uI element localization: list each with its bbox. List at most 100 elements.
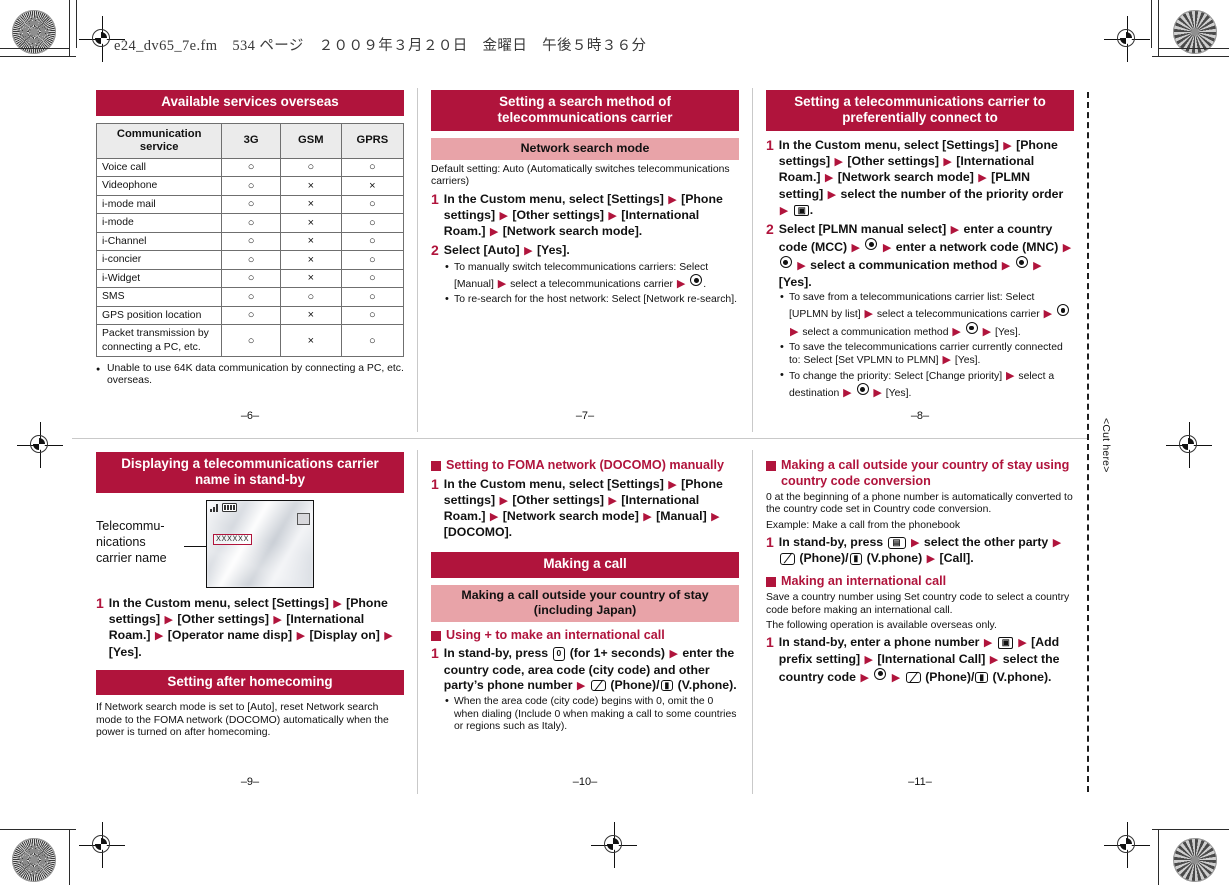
step-fragment: select the other party [923, 535, 1049, 550]
step-fragment: [Other settings] [847, 154, 939, 169]
center-key-icon [874, 667, 887, 680]
center-key-icon [865, 238, 878, 251]
subhead-foma-manual: Setting to FOMA network (DOCOMO) manuall… [431, 458, 739, 474]
arrow-icon: ▶ [154, 630, 164, 643]
arrow-icon: ▶ [982, 326, 992, 339]
table-row: i-mode mail ○ × ○ [95, 194, 405, 214]
starburst-registration-mark-bottom-right [1173, 838, 1217, 882]
crop-rule-bottom-right-v [1158, 829, 1160, 885]
cut-here-label: <Cut here> [1100, 418, 1112, 473]
crosshair-registration-mark-mid-left [17, 422, 63, 468]
step-fragment: [DOCOMO]. [443, 525, 513, 540]
step-text: In stand-by, enter a phone number ▶ ▣ ▶ … [779, 635, 1074, 686]
arrow-icon: ▶ [1062, 242, 1072, 255]
step-fragment: (for 1+ seconds) [569, 646, 666, 661]
center-key-icon [690, 274, 703, 287]
cell-service: Packet transmission by connecting a PC, … [95, 324, 223, 357]
step-2: 2 Select [Auto] ▶ [Yes]. [431, 243, 739, 259]
arrow-icon: ▶ [296, 630, 306, 643]
arrow-icon: ▶ [864, 308, 873, 321]
cell-gsm: × [279, 250, 342, 270]
arrow-icon: ▶ [669, 648, 678, 661]
country-code-note-2: Example: Make a call from the phonebook [766, 519, 961, 531]
cell-gsm: × [279, 176, 342, 196]
panel-title-display-carrier-name: Displaying a telecommunications carrier … [96, 452, 404, 493]
step-fragment: (V.phone). [992, 669, 1052, 684]
center-key-icon [965, 322, 978, 335]
cell-service: GPS position location [95, 305, 223, 325]
column-header-gprs: GPRS [340, 122, 405, 159]
roaming-indicator-icon [297, 513, 310, 525]
step-fragment: In stand-by, press [778, 535, 884, 550]
table-row: SMS ○ ○ ○ [95, 287, 405, 307]
column-separator-1 [417, 88, 418, 432]
step-number: 2 [431, 242, 439, 259]
step-text: Select [PLMN manual select] ▶ enter a co… [779, 222, 1074, 290]
bullet-fragment: . [703, 279, 707, 291]
phonebook-key-icon: ▤ [887, 537, 906, 549]
panel-title-making-a-call: Making a call [431, 552, 739, 578]
step-fragment: [Network search mode]. [502, 224, 643, 239]
arrow-icon: ▶ [608, 494, 617, 507]
section-separator [72, 438, 1087, 439]
call-key-icon: ╱ [779, 553, 795, 565]
cell-gsm: ○ [279, 287, 342, 307]
bullet-fragment: select a communication method [802, 327, 949, 339]
panel-title-search-method: Setting a search method of telecommunica… [431, 90, 739, 131]
panel-title-available-services: Available services overseas [96, 90, 404, 116]
crop-rule-top-left-h [0, 56, 76, 58]
cell-3g: ○ [221, 157, 281, 177]
arrow-icon: ▶ [942, 354, 951, 367]
arrow-icon: ▶ [668, 193, 677, 206]
zero-key-icon: 0 [552, 647, 566, 661]
step-fragment: In stand-by, enter a phone number [778, 635, 980, 650]
step-fragment: [Manual] [656, 508, 707, 523]
folio-page-7: –7– [575, 410, 595, 422]
arrow-icon: ▶ [1006, 369, 1015, 382]
signal-strength-icon [210, 503, 219, 512]
step-fragment: select a communication method [810, 258, 998, 273]
bullet-item: To manually switch telecommunications ca… [445, 261, 739, 292]
step-fragment: [Display on] [309, 628, 380, 643]
crop-rule-top-left-v2 [76, 0, 78, 48]
step-1: 1 In the Custom menu, select [Settings] … [431, 476, 739, 541]
subhead-label: Making an international call [781, 573, 947, 588]
red-square-icon [766, 461, 776, 471]
table-row: i-Widget ○ × ○ [95, 268, 405, 288]
subhead-label: Using + to make an international call [446, 627, 665, 642]
step-fragment: select the number of the priority order [840, 186, 1064, 201]
crop-rule-bottom-left-h [0, 829, 76, 831]
step-1: 1 In the Custom menu, select [Settings] … [766, 137, 1074, 219]
step-fragment: In stand-by, press [443, 646, 549, 661]
arrow-icon: ▶ [827, 188, 837, 201]
column-header-service: Communication service [95, 122, 223, 159]
subhead-label: Making a call outside your country of st… [781, 458, 1070, 488]
arrow-icon: ▶ [983, 637, 993, 650]
printed-manual-page: <Cut here> e24_dv65_7e.fm 534 ページ ２００９年３… [0, 0, 1229, 885]
arrow-icon: ▶ [989, 653, 999, 666]
arrow-icon: ▶ [882, 242, 892, 255]
arrow-icon: ▶ [779, 204, 789, 217]
arrow-icon: ▶ [843, 387, 852, 400]
step-2: 2 Select [PLMN manual select] ▶ enter a … [766, 221, 1074, 290]
cell-gprs: × [340, 176, 405, 196]
cell-service: i-concier [95, 250, 223, 270]
cell-gsm: ○ [279, 157, 342, 177]
cell-gprs: ○ [340, 305, 405, 325]
arrow-icon: ▶ [950, 224, 960, 237]
call-key-icon: ╱ [590, 679, 606, 692]
step-fragment: [Other settings] [512, 492, 604, 507]
step-1: 1 In stand-by, press 0 (for 1+ seconds) … [431, 646, 739, 694]
search-method-bullets: To manually switch telecommunications ca… [445, 261, 739, 307]
step-number: 1 [431, 190, 439, 207]
crop-rule-top-right-h [1152, 56, 1229, 58]
arrow-icon: ▶ [499, 494, 508, 507]
bullet-fragment: select a telecommunications carrier [876, 309, 1040, 321]
step-fragment: In the Custom menu, select [Settings] [778, 138, 999, 152]
arrow-icon: ▶ [676, 278, 686, 291]
step-1: 1 In stand-by, enter a phone number ▶ ▣ … [766, 635, 1074, 686]
starburst-registration-mark-bottom-left [12, 838, 56, 882]
step-text: In the Custom menu, select [Settings] ▶ … [444, 192, 739, 241]
step-1: 1 In stand-by, press ▤ ▶ select the othe… [766, 534, 1074, 567]
cell-gprs: ○ [340, 287, 405, 307]
